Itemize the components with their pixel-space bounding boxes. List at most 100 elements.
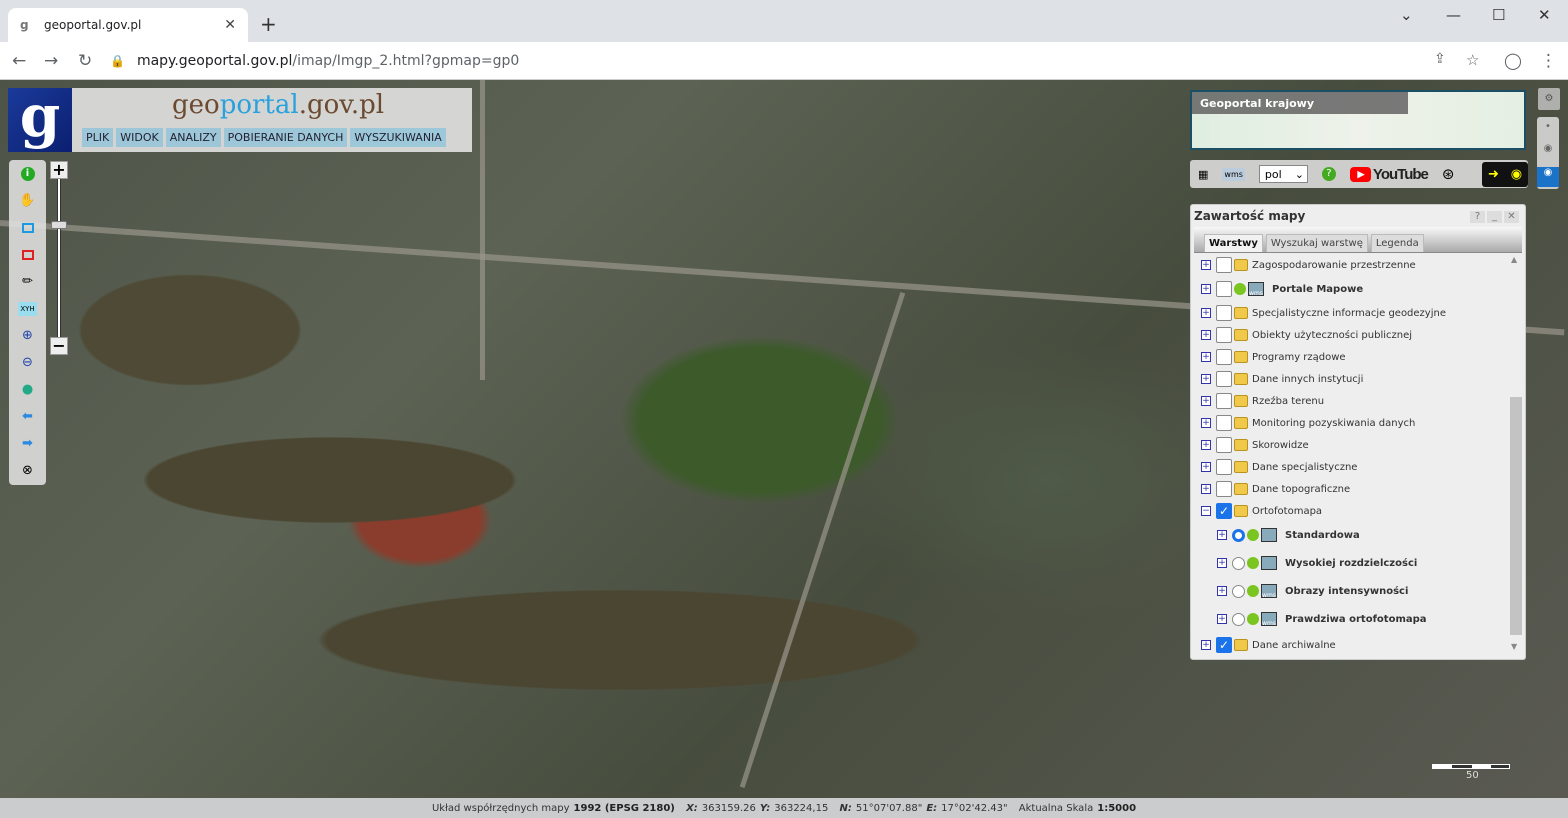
- visibility-high-icon[interactable]: ◉: [1537, 167, 1559, 187]
- url-field[interactable]: 🔒 mapy.geoportal.gov.pl/imap/Imgp_2.html…: [110, 47, 1500, 75]
- expand-icon[interactable]: +: [1217, 530, 1227, 540]
- layer-label[interactable]: Dane innych instytucji: [1252, 374, 1363, 385]
- layer-checkbox[interactable]: [1216, 437, 1232, 453]
- layer-checkbox[interactable]: [1216, 415, 1232, 431]
- sublayer-label[interactable]: Standardowa: [1285, 530, 1360, 541]
- tab-legenda[interactable]: Legenda: [1370, 234, 1424, 252]
- layer-label[interactable]: Monitoring pozyskiwania danych: [1252, 418, 1415, 429]
- layer-label[interactable]: Specjalistyczne informacje geodezyjne: [1252, 308, 1446, 319]
- layer-checkbox[interactable]: [1216, 305, 1232, 321]
- forward-icon[interactable]: →: [44, 51, 58, 71]
- sublayer-radio[interactable]: [1232, 612, 1245, 626]
- zoom-in-icon[interactable]: ⊕: [9, 322, 46, 349]
- expand-icon[interactable]: +: [1201, 330, 1211, 340]
- accessibility-icon[interactable]: ⊛: [1442, 165, 1455, 183]
- menu-wyszukiwania[interactable]: WYSZUKIWANIA: [350, 128, 446, 147]
- layer-label[interactable]: Programy rządowe: [1252, 352, 1346, 363]
- deselect-rectangle-icon[interactable]: [9, 241, 46, 268]
- menu-icon[interactable]: ⋮: [1540, 51, 1557, 71]
- info-icon[interactable]: i: [9, 160, 46, 187]
- expand-icon[interactable]: +: [1201, 260, 1211, 270]
- menu-analizy[interactable]: ANALIZY: [165, 128, 221, 147]
- tab-wyszukaj-warstwe[interactable]: Wyszukaj warstwę: [1265, 234, 1368, 252]
- zoom-out-icon[interactable]: ⊖: [9, 349, 46, 376]
- layer-checkbox[interactable]: [1216, 459, 1232, 475]
- profile-avatar[interactable]: ◯: [1504, 51, 1522, 70]
- panel-help-button[interactable]: ?: [1470, 211, 1485, 223]
- panel-close-button[interactable]: ✕: [1504, 211, 1519, 223]
- expand-icon[interactable]: +: [1201, 418, 1211, 428]
- full-extent-icon[interactable]: ⊗: [9, 457, 46, 484]
- expand-icon[interactable]: +: [1201, 396, 1211, 406]
- layer-label[interactable]: Dane specjalistyczne: [1252, 462, 1357, 473]
- layer-label[interactable]: Zagospodarowanie przestrzenne: [1252, 260, 1416, 271]
- new-tab-button[interactable]: +: [260, 12, 277, 36]
- language-select[interactable]: pol ⌄: [1258, 165, 1308, 183]
- sublayer-label[interactable]: Obrazy intensywności: [1285, 586, 1408, 597]
- sublayer-label[interactable]: Prawdziwa ortofotomapa: [1285, 614, 1427, 625]
- pencil-icon[interactable]: ✏: [9, 268, 46, 295]
- zoom-slider[interactable]: + −: [50, 161, 68, 357]
- minimap[interactable]: Geoportal krajowy: [1190, 90, 1526, 150]
- expand-icon[interactable]: +: [1217, 558, 1227, 568]
- tab-search-icon[interactable]: ⌄: [1400, 6, 1413, 24]
- layer-checkbox[interactable]: [1216, 327, 1232, 343]
- geoportal-logo[interactable]: g: [8, 87, 72, 152]
- expand-icon[interactable]: +: [1201, 352, 1211, 362]
- visibility-medium-icon[interactable]: ◉: [1537, 143, 1559, 161]
- help-icon[interactable]: ?: [1321, 167, 1336, 181]
- layer-checkbox[interactable]: [1216, 281, 1232, 297]
- layer-label[interactable]: Ortofotomapa: [1252, 506, 1322, 517]
- close-window-button[interactable]: ✕: [1538, 6, 1551, 24]
- expand-icon[interactable]: +: [1201, 440, 1211, 450]
- expand-icon[interactable]: +: [1201, 462, 1211, 472]
- settings-icon[interactable]: ⚙: [1538, 88, 1560, 110]
- catalog-icon[interactable]: ▦: [1198, 168, 1208, 181]
- layer-tree-scrollbar[interactable]: ▲ ▼: [1509, 252, 1523, 656]
- expand-icon[interactable]: +: [1201, 284, 1211, 294]
- select-rectangle-icon[interactable]: [9, 214, 46, 241]
- layer-checkbox[interactable]: ✓: [1216, 503, 1232, 519]
- next-view-icon[interactable]: ➡: [9, 430, 46, 457]
- zoom-minus-button[interactable]: −: [50, 337, 68, 355]
- tab-warstwy[interactable]: Warstwy: [1204, 234, 1263, 252]
- sublayer-label[interactable]: Wysokiej rozdzielczości: [1285, 558, 1417, 569]
- expand-icon[interactable]: +: [1201, 308, 1211, 318]
- layer-checkbox[interactable]: [1216, 371, 1232, 387]
- minimize-button[interactable]: —: [1446, 6, 1461, 24]
- layer-checkbox[interactable]: [1216, 393, 1232, 409]
- expand-icon[interactable]: +: [1201, 374, 1211, 384]
- collapse-icon[interactable]: −: [1201, 506, 1211, 516]
- layer-label[interactable]: Skorowidze: [1252, 440, 1309, 451]
- zoom-plus-button[interactable]: +: [50, 161, 68, 179]
- sublayer-radio[interactable]: [1232, 556, 1245, 570]
- wms-icon[interactable]: wms: [1222, 167, 1245, 181]
- share-icon[interactable]: ⇪: [1434, 51, 1446, 67]
- pan-hand-icon[interactable]: ✋: [9, 187, 46, 214]
- visibility-low-icon[interactable]: •: [1537, 121, 1559, 139]
- panel-minimize-button[interactable]: _: [1487, 211, 1502, 223]
- expand-icon[interactable]: +: [1201, 484, 1211, 494]
- layer-label[interactable]: Rzeźba terenu: [1252, 396, 1324, 407]
- menu-pobieranie-danych[interactable]: POBIERANIE DANYCH: [223, 128, 348, 147]
- zoom-track[interactable]: [57, 179, 61, 339]
- layer-label[interactable]: Portale Mapowe: [1272, 284, 1363, 295]
- sublayer-radio[interactable]: [1232, 528, 1245, 542]
- maximize-button[interactable]: ☐: [1492, 6, 1505, 24]
- reload-icon[interactable]: ↻: [78, 51, 92, 71]
- zoom-thumb[interactable]: [51, 221, 67, 229]
- scrollbar-thumb[interactable]: [1510, 397, 1522, 635]
- layer-label[interactable]: Dane topograficzne: [1252, 484, 1350, 495]
- xyh-icon[interactable]: XYH: [9, 295, 46, 322]
- menu-widok[interactable]: WIDOK: [116, 128, 163, 147]
- layer-checkbox[interactable]: [1216, 481, 1232, 497]
- youtube-link[interactable]: ▶ YouTube: [1349, 166, 1429, 183]
- layer-checkbox[interactable]: [1216, 349, 1232, 365]
- layer-checkbox[interactable]: [1216, 257, 1232, 273]
- sublayer-radio[interactable]: [1232, 584, 1245, 598]
- layer-checkbox[interactable]: ✓: [1216, 637, 1232, 653]
- layer-label[interactable]: Dane archiwalne: [1252, 640, 1336, 651]
- layer-label[interactable]: Obiekty użyteczności publicznej: [1252, 330, 1412, 341]
- map-canvas[interactable]: g geoportal.gov.pl PLIK WIDOK ANALIZY PO…: [0, 80, 1568, 798]
- previous-view-icon[interactable]: ⬅: [9, 403, 46, 430]
